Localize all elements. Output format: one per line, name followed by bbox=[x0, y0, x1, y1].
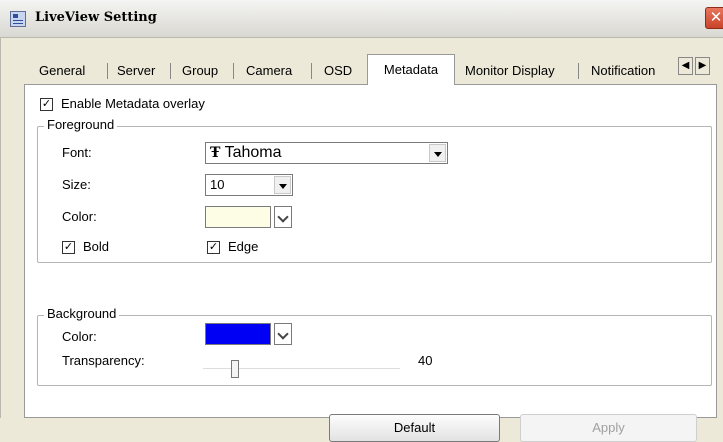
truetype-font-icon: Ŧ bbox=[210, 145, 221, 161]
title-bar: LiveView Setting ✕ bbox=[0, 0, 723, 38]
apply-button[interactable]: Apply bbox=[520, 414, 697, 442]
tab-server[interactable]: Server bbox=[109, 57, 163, 84]
enable-metadata-overlay-checkbox[interactable]: ✓ bbox=[40, 98, 53, 111]
arrow-right-icon: ▶ bbox=[698, 60, 707, 71]
tab-separator bbox=[170, 63, 171, 79]
font-select-value: Ŧ Tahoma bbox=[210, 143, 282, 163]
default-button[interactable]: Default bbox=[329, 414, 500, 442]
size-select[interactable]: 10 bbox=[205, 174, 293, 196]
tab-label: Metadata bbox=[383, 62, 439, 77]
bold-label: Bold bbox=[83, 239, 110, 254]
tab-scroll-left-button[interactable]: ◀ bbox=[678, 57, 693, 75]
app-icon bbox=[10, 11, 26, 27]
tab-scroll-right-button[interactable]: ▶ bbox=[695, 57, 710, 75]
window-body: General Server Group Camera OSD Metadata… bbox=[0, 38, 723, 442]
font-value: Tahoma bbox=[224, 144, 282, 161]
chevron-down-icon bbox=[429, 144, 446, 162]
tab-separator bbox=[311, 63, 312, 79]
tab-label: Notification bbox=[591, 63, 656, 78]
background-group bbox=[37, 315, 712, 386]
close-icon: ✕ bbox=[709, 9, 723, 26]
tab-label: Camera bbox=[246, 63, 293, 78]
metadata-panel: ✓ Enable Metadata overlay Foreground Fon… bbox=[24, 84, 717, 442]
tab-strip: General Server Group Camera OSD Metadata… bbox=[1, 38, 723, 85]
foreground-color-label: Color: bbox=[62, 209, 97, 224]
chevron-down-icon[interactable] bbox=[274, 206, 292, 228]
font-select[interactable]: Ŧ Tahoma bbox=[205, 142, 448, 164]
tab-separator bbox=[578, 63, 579, 79]
background-color-label: Color: bbox=[62, 329, 97, 344]
window-title: LiveView Setting bbox=[35, 10, 157, 25]
background-group-title: Background bbox=[44, 306, 120, 321]
transparency-value: 40 bbox=[418, 353, 433, 368]
tab-metadata[interactable]: Metadata bbox=[367, 54, 455, 85]
checkmark-icon: ✓ bbox=[63, 241, 74, 253]
foreground-group-title: Foreground bbox=[44, 117, 118, 132]
tab-separator bbox=[233, 63, 234, 79]
tab-notification[interactable]: Notification bbox=[583, 57, 663, 84]
tab-label: Server bbox=[117, 63, 156, 78]
transparency-slider-thumb[interactable] bbox=[231, 360, 239, 378]
tab-label: General bbox=[39, 63, 86, 78]
arrow-left-icon: ◀ bbox=[681, 60, 690, 71]
checkmark-icon: ✓ bbox=[208, 241, 219, 253]
size-value: 10 bbox=[210, 177, 225, 192]
background-color-swatch[interactable] bbox=[205, 323, 271, 345]
edge-label: Edge bbox=[228, 239, 259, 254]
tab-label: Group bbox=[182, 63, 219, 78]
size-label: Size: bbox=[62, 177, 91, 192]
tab-camera[interactable]: Camera bbox=[238, 57, 300, 84]
foreground-color-swatch[interactable] bbox=[205, 206, 271, 228]
tab-monitor-display[interactable]: Monitor Display bbox=[457, 57, 563, 84]
edge-checkbox[interactable]: ✓ bbox=[207, 241, 220, 254]
tab-osd[interactable]: OSD bbox=[316, 57, 360, 84]
tab-label: OSD bbox=[324, 63, 353, 78]
tab-group[interactable]: Group bbox=[174, 57, 226, 84]
transparency-label: Transparency: bbox=[62, 353, 145, 368]
close-button[interactable]: ✕ bbox=[705, 7, 723, 29]
tab-separator bbox=[107, 63, 108, 79]
enable-metadata-overlay-label: Enable Metadata overlay bbox=[61, 96, 205, 111]
bold-checkbox[interactable]: ✓ bbox=[62, 241, 75, 254]
chevron-down-icon bbox=[274, 176, 291, 194]
font-label: Font: bbox=[62, 145, 92, 160]
tab-label: Monitor Display bbox=[465, 63, 555, 78]
tab-general[interactable]: General bbox=[31, 57, 93, 84]
chevron-down-icon[interactable] bbox=[274, 323, 292, 345]
checkmark-icon: ✓ bbox=[41, 98, 52, 110]
